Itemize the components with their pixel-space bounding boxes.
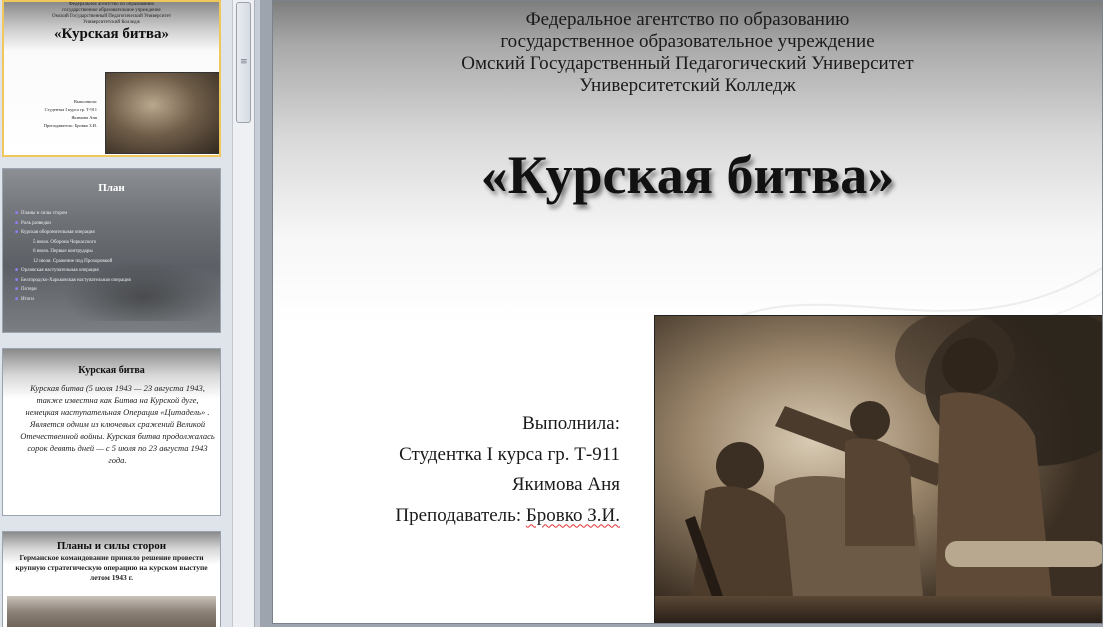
bullet-icon: ■	[15, 220, 19, 226]
header-line: Омский Государственный Педагогический Ун…	[461, 53, 914, 74]
list-subitem: 6 июля. Первые контрудары	[33, 249, 93, 254]
thumbnail-1-header: Федеральное агентство по образованию гос…	[4, 2, 219, 26]
author-line: Преподаватель: Бровко З.И.	[43, 123, 97, 128]
teacher-name: Бровко З.И.	[525, 504, 620, 526]
bullet-icon: ■	[15, 287, 19, 292]
thumbnail-4-photo	[7, 596, 216, 627]
list-item: ■ Потери	[15, 285, 131, 295]
list-item-text: Белгородско-Харьковская наступательная о…	[21, 277, 131, 283]
header-line: Федеральное агентство по образованию	[525, 9, 850, 30]
thumbnail-2-list: ■ Планы и силы сторон ■ Роль разведки ■ Кур…	[15, 209, 131, 304]
author-line: Студентка I курса гр. Т-911	[44, 107, 97, 112]
author-textbox[interactable]: Выполнила: Студентка I курса гр. Т-911 Я…	[395, 409, 620, 531]
bullet-icon: ■	[15, 277, 19, 283]
list-item-text: Итоги	[21, 296, 34, 302]
thumbnail-scrollbar[interactable]: ≡	[232, 0, 254, 627]
scrollbar-thumb[interactable]: ≡	[236, 2, 251, 123]
author-line: Якимова Аня	[71, 115, 97, 120]
list-item-text: Потери	[21, 287, 37, 292]
teacher-label: Преподаватель:	[395, 504, 526, 526]
thumbnail-3-body: Курская битва (5 июля 1943 — 23 августа …	[20, 383, 215, 465]
slide-thumbnail-1[interactable]: Федеральное агентство по образованию гос…	[2, 0, 221, 157]
list-subitem: 5 июля. Оборона Черкасского	[33, 239, 97, 245]
bullet-icon: ■	[15, 268, 19, 273]
author-line: Выполнила:	[73, 99, 97, 104]
list-item-text: Планы и силы сторон	[21, 211, 68, 216]
soldiers-photo[interactable]	[654, 315, 1102, 623]
slide-title[interactable]: «Курская битва»	[273, 144, 1102, 206]
slide-thumbnail-pane[interactable]: Федеральное агентство по образованию гос…	[0, 0, 232, 627]
slide-thumbnail-4[interactable]: Планы и силы сторон Германское командова…	[2, 531, 221, 627]
list-subitem: 12 июля. Сражение под Прохоровкой	[33, 258, 113, 264]
slide-thumbnail-2[interactable]: План ■ Планы и силы сторон ■ Роль разведки…	[2, 168, 221, 333]
list-item-text: Курская оборонительная операция	[21, 230, 95, 235]
list-item: ■ Итоги	[15, 295, 131, 305]
list-item: ■ Курская оборонительная операция	[15, 228, 131, 238]
bullet-icon: ■	[15, 211, 19, 216]
grip-icon: ≡	[240, 57, 248, 67]
list-item: ■ Орловская наступательная операция	[15, 266, 131, 276]
list-item: ■ Роль разведки	[15, 219, 131, 229]
bullet-icon: ■	[15, 230, 19, 235]
slide-header[interactable]: Федеральное агентство по образованию гос…	[273, 9, 1102, 97]
author-label: Выполнила:	[522, 413, 620, 434]
thumbnail-1-title: «Курская битва»	[54, 26, 169, 42]
thumbnail-1-photo	[105, 72, 219, 154]
list-item: ■ Планы и силы сторон	[15, 209, 131, 219]
header-line: государственное образовательное учрежден…	[500, 31, 875, 52]
slide-editing-area[interactable]: Федеральное агентство по образованию гос…	[260, 0, 1103, 627]
author-name: Якимова Аня	[511, 474, 620, 495]
current-slide[interactable]: Федеральное агентство по образованию гос…	[272, 0, 1103, 624]
author-student: Студентка I курса гр. Т-911	[399, 443, 620, 465]
header-line: Университетский Колледж	[579, 75, 796, 96]
thumbnail-4-title: Планы и силы сторон	[56, 540, 167, 552]
list-item-text: Роль разведки	[21, 220, 51, 226]
thumbnail-1-author: Выполнила: Студентка I курса гр. Т-911 Я…	[44, 98, 97, 130]
thumbnail-2-title: План	[98, 182, 125, 194]
thumbnail-3-title: Курская битва	[78, 365, 145, 376]
thumbnail-4-body: Германское командование приняло решение …	[15, 553, 208, 582]
list-item-text: Орловская наступательная операция	[21, 268, 99, 273]
slide-thumbnail-3[interactable]: Курская битва Курская битва (5 июля 1943…	[2, 348, 221, 516]
soldiers-photo-illustration	[655, 316, 1102, 623]
bullet-icon: ■	[15, 296, 19, 302]
list-item: ■ Белгородско-Харьковская наступательная …	[15, 276, 131, 286]
author-teacher: Преподаватель: Бровко З.И.	[395, 501, 620, 532]
